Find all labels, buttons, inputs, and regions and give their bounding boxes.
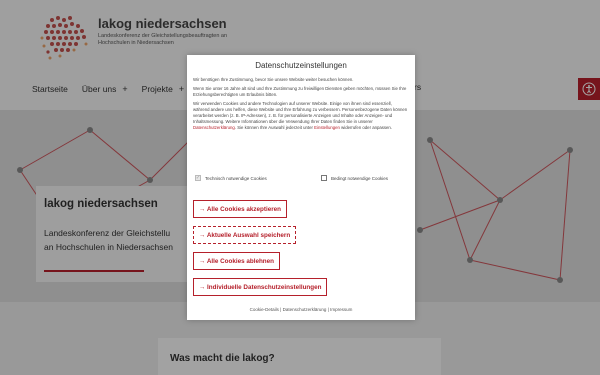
- dialog-title: Datenschutzeinstellungen: [255, 61, 347, 70]
- cookie-details-link[interactable]: Cookie-Details: [250, 307, 279, 312]
- cookie-consent-dialog: Datenschutzeinstellungen Wir benötigen I…: [187, 55, 415, 320]
- dialog-body: Wir benötigen Ihre Zustimmung, bevor Sie…: [193, 77, 409, 134]
- consent-text-part: widerrufen oder anpassen.: [341, 125, 393, 130]
- separator: |: [327, 307, 329, 312]
- consent-text-part: Wir verwenden Cookies und andere Technol…: [193, 101, 408, 124]
- accept-all-cookies-button[interactable]: → Alle Cookies akzeptieren: [193, 200, 288, 218]
- individual-privacy-settings-button[interactable]: → Individuelle Datenschutzeinstellungen: [193, 278, 328, 296]
- consent-text: Wenn Sie unter 16 Jahre alt sind und Ihr…: [193, 86, 407, 97]
- privacy-policy-footer-link[interactable]: Datenschutzerklärung: [283, 307, 327, 312]
- consent-text: Wir benötigen Ihre Zustimmung, bevor Sie…: [193, 77, 354, 82]
- save-selection-button[interactable]: → Aktuelle Auswahl speichern: [193, 226, 297, 244]
- conditional-cookies-option[interactable]: Bedingt notwendige Cookies: [321, 175, 388, 181]
- essential-cookies-option: ✓ Technisch notwendige Cookies: [195, 175, 267, 181]
- imprint-link[interactable]: Impressum: [330, 307, 352, 312]
- settings-link[interactable]: Einstellungen: [314, 125, 340, 130]
- checkbox-label: Technisch notwendige Cookies: [205, 175, 267, 181]
- essential-cookies-checkbox: ✓: [195, 175, 201, 181]
- consent-text: Wir verwenden Cookies und andere Technol…: [193, 101, 409, 131]
- conditional-cookies-checkbox[interactable]: [321, 175, 327, 181]
- privacy-policy-link[interactable]: Datenschutzerklärung: [193, 125, 235, 130]
- separator: |: [280, 307, 282, 312]
- consent-text-part: . Sie können Ihre Auswahl jederzeit unte…: [234, 125, 313, 130]
- page: lakog niedersachsen Landeskonferenz der …: [0, 0, 600, 375]
- reject-all-cookies-button[interactable]: → Alle Cookies ablehnen: [193, 252, 280, 270]
- dialog-footer-links: Cookie-Details | Datenschutzerklärung | …: [187, 307, 415, 312]
- checkbox-label: Bedingt notwendige Cookies: [331, 175, 389, 181]
